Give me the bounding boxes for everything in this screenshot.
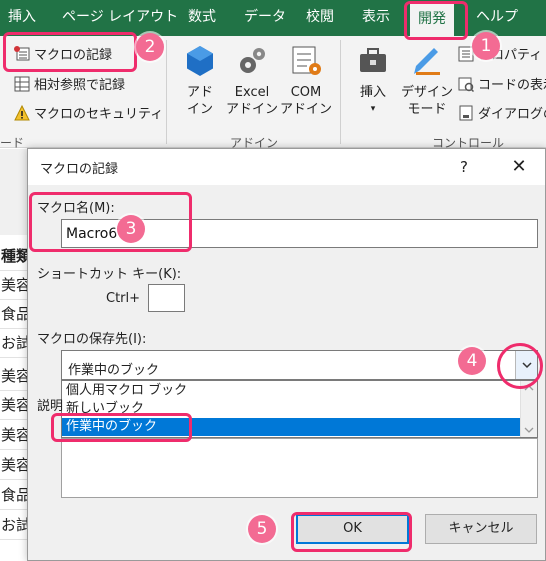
relative-reference-label: 相対参照で記録: [34, 78, 126, 93]
macro-security-button[interactable]: マクロのセキュリティ: [14, 103, 163, 122]
design-mode-icon: [414, 48, 440, 75]
tab-page-layout[interactable]: ページ レイアウト: [62, 0, 178, 36]
addins-label-1: アド: [186, 85, 213, 100]
tab-insert[interactable]: 挿入: [8, 0, 36, 36]
excel-addins-button[interactable]: Excel アドイン: [226, 44, 278, 118]
tab-review[interactable]: 校閲: [306, 0, 334, 36]
close-button[interactable]: ✕: [501, 155, 537, 179]
view-code-button[interactable]: コードの表示: [458, 74, 546, 93]
gear-icon: [240, 48, 265, 73]
relative-reference-button[interactable]: 相対参照で記録: [14, 74, 125, 93]
toolbox-icon: [360, 48, 386, 72]
highlight-macro-name: [29, 192, 192, 252]
tab-view[interactable]: 表示: [362, 0, 390, 36]
cancel-button[interactable]: キャンセル: [425, 514, 537, 544]
dialog-icon: [458, 105, 474, 121]
group-divider: [166, 40, 167, 144]
step-badge-5: 5: [248, 515, 276, 543]
help-button[interactable]: ?: [450, 155, 478, 179]
properties-button[interactable]: プロパティ: [458, 44, 542, 63]
dialog-title: マクロの記録: [40, 162, 119, 177]
table-row[interactable]: 美容: [0, 362, 30, 391]
worksheet: 種類 美容 食品 お試 美容 美容 美容 美容 食品 お試: [0, 149, 30, 561]
view-code-label: コードの表示: [478, 78, 546, 93]
tab-data[interactable]: データ: [244, 0, 286, 36]
shortcut-key-label: ショートカット キー(K):: [37, 267, 182, 282]
excel-addins-label-2: アドイン: [226, 102, 279, 117]
addins-label-2: イン: [186, 102, 213, 117]
description-label: 説明: [37, 399, 64, 414]
highlight-this-workbook-option: [51, 413, 192, 442]
design-mode-label-1: デザイン: [400, 85, 453, 100]
design-mode-label-2: モード: [407, 102, 447, 117]
run-dialog-button[interactable]: ダイアログの: [458, 103, 546, 122]
description-input[interactable]: [61, 438, 538, 498]
addin-hexagon-icon: [187, 46, 213, 76]
highlight-ok-button: [291, 512, 412, 552]
dialog-titlebar[interactable]: マクロの記録 ? ✕: [28, 149, 545, 185]
run-dialog-label: ダイアログの: [478, 107, 546, 122]
highlight-dropdown-arrow: [497, 343, 543, 389]
table-row[interactable]: 美容: [0, 391, 30, 420]
addins-button[interactable]: アド イン: [178, 44, 222, 118]
tab-help[interactable]: ヘルプ: [476, 0, 518, 36]
group-divider: [340, 40, 341, 144]
chevron-down-icon: ▾: [370, 104, 376, 114]
com-addins-label-2: アドイン: [280, 102, 333, 117]
step-badge-2: 2: [136, 33, 164, 61]
ctrl-label: Ctrl+: [106, 291, 141, 306]
design-mode-button[interactable]: デザイン モード: [400, 44, 454, 118]
store-macro-label: マクロの保存先(I):: [37, 332, 147, 347]
table-row[interactable]: 美容: [0, 271, 30, 300]
option-personal-workbook[interactable]: 個人用マクロ ブック: [62, 382, 522, 400]
table-row[interactable]: お試: [0, 329, 30, 358]
shortcut-key-input[interactable]: [148, 284, 185, 312]
scroll-arrows-icon: [524, 385, 534, 433]
insert-control-button[interactable]: 挿入 ▾: [350, 44, 396, 118]
tab-formulas[interactable]: 数式: [188, 0, 216, 36]
relative-reference-icon: [14, 76, 30, 92]
com-addins-button[interactable]: COM アドイン: [280, 44, 332, 118]
table-row[interactable]: 美容: [0, 421, 30, 450]
sheet-header-strip: [0, 149, 30, 235]
column-header-cell[interactable]: 種類: [0, 242, 30, 271]
step-badge-3: 3: [117, 215, 145, 243]
com-addin-icon: [292, 46, 321, 75]
view-code-icon: [458, 76, 475, 92]
highlight-record-macro: [3, 32, 137, 72]
highlight-developer-tab: [404, 1, 468, 40]
table-row[interactable]: 美容: [0, 451, 30, 480]
excel-addins-label-1: Excel: [234, 85, 270, 100]
insert-control-label: 挿入: [359, 85, 386, 100]
options-scrollbar[interactable]: [520, 381, 537, 437]
macro-security-label: マクロのセキュリティ: [34, 107, 164, 122]
com-addins-label-1: COM: [290, 85, 322, 100]
step-badge-4: 4: [458, 347, 486, 375]
table-row[interactable]: 食品: [0, 481, 30, 510]
warning-icon: [14, 104, 30, 121]
table-row[interactable]: 食品: [0, 300, 30, 329]
step-badge-1: 1: [472, 32, 500, 60]
store-macro-value: 作業中のブック: [68, 363, 160, 378]
table-row[interactable]: お試: [0, 511, 30, 540]
